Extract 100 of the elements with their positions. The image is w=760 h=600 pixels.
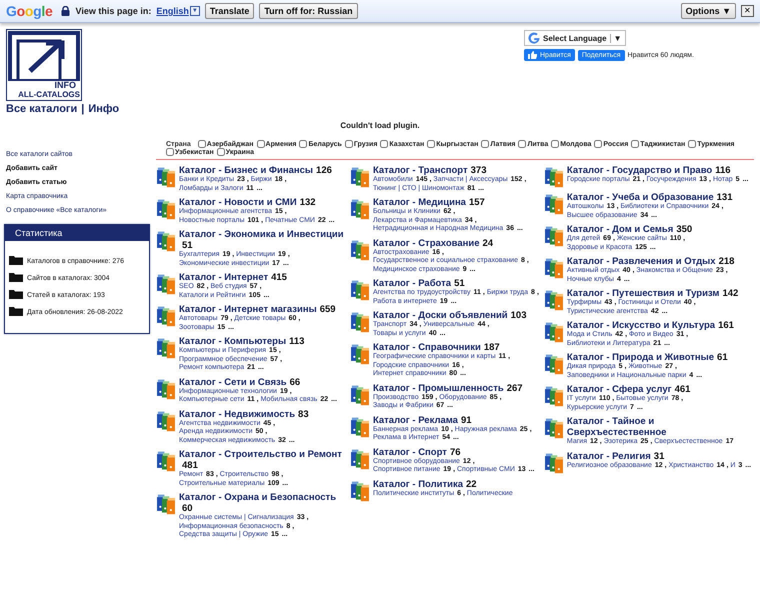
catalog-link[interactable]: Каталог - Интернет магазины	[179, 304, 317, 315]
logo-frame-icon	[8, 31, 80, 81]
catalog-link[interactable]: Каталог - Медицина	[372, 197, 466, 208]
checkbox[interactable]	[427, 140, 436, 148]
catalog-link[interactable]: Каталог - Реклама	[372, 414, 458, 426]
checkbox[interactable]	[481, 140, 490, 148]
binders-icon	[156, 198, 176, 220]
catalog-link[interactable]: Каталог - Строительство и Ремонт	[179, 449, 342, 460]
catalog-link[interactable]: Каталог - Тайное и Сверхъестественное	[566, 416, 754, 438]
language-link[interactable]: English	[156, 6, 189, 16]
catalog-count: 350	[676, 224, 692, 235]
catalog-link[interactable]: Каталог - Компьютеры	[179, 336, 286, 347]
catalog-link[interactable]: Каталог - Искусство и Культура	[566, 320, 716, 331]
folder-icon	[9, 306, 23, 316]
binders-icon	[156, 410, 176, 432]
catalog-link[interactable]: Каталог - Государство и Право	[566, 165, 712, 176]
catalog-link[interactable]: Каталог - Недвижимость	[179, 408, 296, 420]
panel-title: Статистика	[5, 225, 149, 241]
prompt-text: View this page in:	[75, 6, 152, 16]
catalog-count: 481	[182, 460, 198, 471]
checkbox[interactable]	[594, 140, 602, 148]
binders-icon	[156, 450, 176, 472]
catalog-count: 66	[290, 376, 300, 388]
binders-icon	[350, 343, 370, 365]
catalog-link[interactable]: Каталог - Справочники	[372, 342, 481, 353]
nav-link[interactable]: Инфо	[88, 103, 120, 115]
binders-icon	[544, 193, 564, 215]
close-button[interactable]: ✕	[741, 5, 754, 17]
google-logo: Google	[6, 3, 52, 19]
catalog-link[interactable]: Каталог - Работа	[372, 278, 452, 289]
catalog-link[interactable]: Каталог - Политика	[372, 478, 463, 490]
catalog-link[interactable]: Каталог - Транспорт	[372, 165, 468, 176]
checkbox[interactable]	[198, 140, 206, 148]
google-icon	[528, 32, 540, 44]
catalog-count: 116	[715, 165, 731, 176]
catalog-count: 132	[300, 197, 316, 208]
catalog-link[interactable]: Каталог - Новости и СМИ	[179, 197, 297, 208]
options-button[interactable]: Options ▼	[680, 3, 736, 19]
language-select[interactable]: Select Language ▼	[524, 30, 626, 46]
binders-icon	[350, 166, 370, 188]
folder-icon	[9, 255, 23, 265]
checkbox[interactable]	[216, 148, 225, 156]
catalog-count: 187	[484, 342, 500, 353]
catalog-count: 218	[718, 256, 734, 267]
catalog-link[interactable]: Каталог - Страхование	[372, 238, 480, 248]
catalog-count: 415	[271, 272, 287, 283]
checkbox[interactable]	[256, 140, 265, 148]
catalog-link[interactable]: Каталог - Путешествия и Туризм	[566, 288, 720, 299]
catalog-count: 91	[460, 414, 472, 426]
binders-icon	[156, 230, 176, 252]
catalog-link[interactable]: Каталог - Охрана и Безопасность	[179, 492, 336, 503]
catalog-count: 267	[506, 382, 523, 394]
binders-icon	[544, 166, 564, 188]
catalog-link[interactable]: Каталог - Спорт	[372, 446, 447, 458]
catalog-count: 76	[450, 446, 461, 458]
catalog-count: 659	[320, 304, 336, 315]
checkbox[interactable]	[518, 140, 526, 148]
catalog-link[interactable]: Каталог - Бизнес и Финансы	[179, 165, 314, 176]
binders-icon	[544, 417, 564, 439]
catalog-count: 157	[468, 197, 485, 208]
binders-icon	[156, 166, 176, 188]
catalog-count: 24	[482, 238, 494, 248]
turn-off-button[interactable]: Turn off for: Russian	[259, 3, 358, 19]
catalog-count: 51	[182, 240, 193, 251]
binders-icon	[156, 378, 176, 400]
catalog-link[interactable]: Каталог - Развлечения и Отдых	[566, 256, 716, 267]
checkbox[interactable]	[344, 140, 353, 148]
catalog-link[interactable]: Каталог - Учеба и Образование	[566, 192, 714, 203]
catalog-count: 131	[716, 192, 732, 203]
checkbox[interactable]	[688, 140, 696, 148]
catalog-link[interactable]: Каталог - Сети и Связь	[179, 376, 287, 388]
catalog-count: 126	[316, 165, 332, 176]
catalog-count: 22	[466, 478, 477, 490]
binders-icon	[350, 480, 370, 502]
catalog-count: 61	[717, 352, 728, 363]
checkbox[interactable]	[631, 140, 640, 148]
catalog-link[interactable]: Каталог - Доски объявлений	[372, 310, 508, 321]
binders-icon	[544, 385, 564, 407]
logo-text: INFO	[54, 81, 76, 90]
lock-icon	[61, 6, 70, 16]
catalog-link[interactable]: Каталог - Промышленность	[372, 382, 504, 394]
checkbox[interactable]	[299, 140, 308, 148]
checkbox[interactable]	[166, 148, 174, 156]
binders-icon	[544, 452, 564, 474]
catalog-count: 373	[470, 165, 486, 176]
logo[interactable]: INFO ALL-CATALOGS	[6, 29, 82, 101]
checkbox[interactable]	[380, 140, 388, 148]
catalog-link[interactable]: Каталог - Природа и Животные	[566, 352, 714, 363]
catalog-link[interactable]: Каталог - Дом и Семья	[566, 224, 674, 235]
plugin-message: Couldn't load plugin.	[339, 121, 421, 130]
catalog-link[interactable]: Каталог - Религия	[566, 450, 651, 462]
nav-link[interactable]: Все каталоги	[6, 103, 78, 115]
translate-button[interactable]: Translate	[204, 3, 254, 19]
binders-icon	[156, 273, 176, 295]
binders-icon	[350, 448, 370, 470]
checkbox[interactable]	[551, 140, 560, 148]
catalog-link[interactable]: Каталог - Интернет	[179, 272, 268, 283]
binders-icon	[544, 257, 564, 279]
catalog-link[interactable]: Каталог - Сфера услуг	[566, 384, 672, 395]
catalog-link[interactable]: Каталог - Экономика и Инвестиции	[179, 229, 344, 240]
